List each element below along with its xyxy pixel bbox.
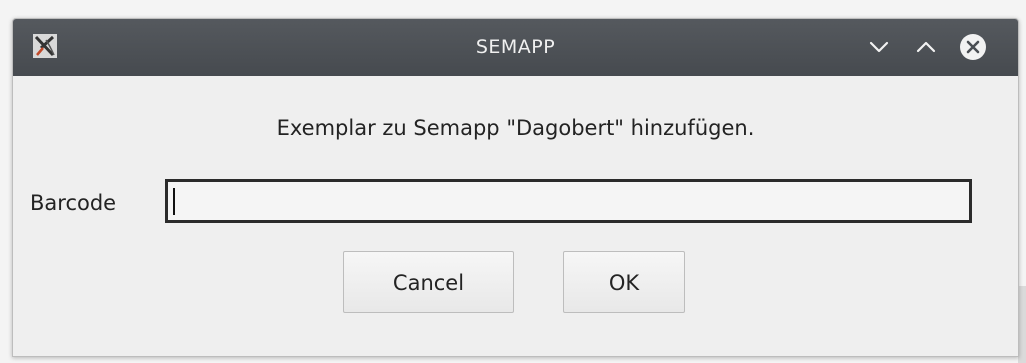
dialog-message: Exemplar zu Semapp "Dagobert" hinzufügen… [276,116,755,140]
chevron-up-icon[interactable] [911,32,941,62]
background-window-edge [1018,286,1026,363]
barcode-label: Barcode [30,191,117,215]
ok-button[interactable]: OK [563,251,685,313]
dialog-content: Exemplar zu Semapp "Dagobert" hinzufügen… [13,76,1018,356]
text-cursor [173,188,175,215]
dialog-window: SEMAPP Exemplar zu Semapp "Dagobert" hin… [12,18,1019,357]
cancel-button[interactable]: Cancel [343,251,514,313]
title-bar[interactable]: SEMAPP [13,19,1018,76]
barcode-input[interactable] [165,179,972,223]
chevron-down-icon[interactable] [864,32,894,62]
close-circle-icon[interactable] [958,32,988,62]
